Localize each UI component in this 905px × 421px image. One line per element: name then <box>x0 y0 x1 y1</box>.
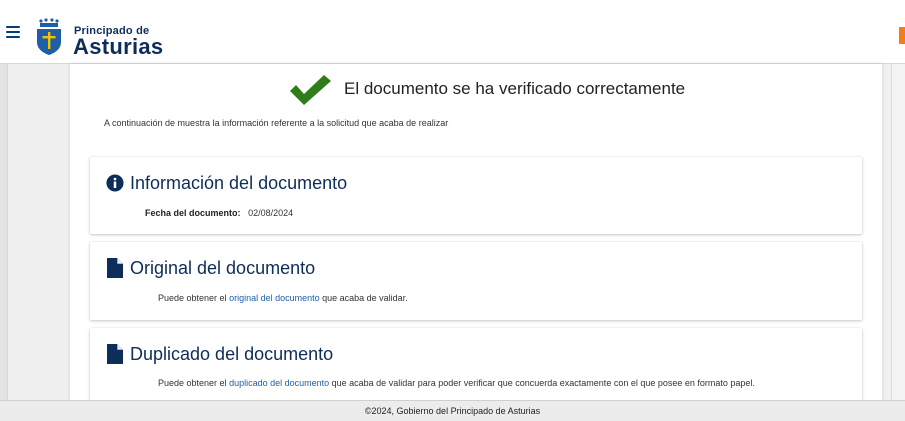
date-value: 02/08/2024 <box>248 208 294 218</box>
panel-title: Duplicado del documento <box>106 342 333 366</box>
footer: ©2024, Gobierno del Principado de Asturi… <box>0 400 905 421</box>
intro-text: A continuación de muestra la información… <box>104 118 449 128</box>
menu-icon[interactable] <box>6 26 20 40</box>
app-header: Principado de Asturias <box>0 0 905 64</box>
duplicate-document-panel: Duplicado del documento Puede obtener el… <box>90 328 862 400</box>
corner-tab[interactable] <box>899 27 905 44</box>
asturias-crest-logo[interactable] <box>34 18 64 56</box>
original-document-panel: Original del documento Puede obtener el … <box>90 242 862 320</box>
duplicate-document-link[interactable]: duplicado del documento <box>229 378 329 388</box>
scrollbar-track[interactable] <box>891 64 905 400</box>
original-text: Puede obtener el original del documento … <box>158 293 408 303</box>
verification-title: El documento se ha verificado correctame… <box>344 79 686 98</box>
main-content: El documento se ha verificado correctame… <box>70 64 882 400</box>
document-info-panel: Información del documento Fecha del docu… <box>90 157 862 234</box>
original-title: Original del documento <box>130 257 316 278</box>
info-icon <box>106 174 124 192</box>
left-gutter <box>0 64 8 400</box>
info-title: Información del documento <box>130 172 348 193</box>
panel-title: Original del documento <box>106 256 315 280</box>
panel-title: Información del documento <box>106 171 347 195</box>
footer-copyright: ©2024, Gobierno del Principado de Asturi… <box>364 406 541 416</box>
document-icon <box>107 258 123 278</box>
original-document-link[interactable]: original del documento <box>229 293 320 303</box>
document-icon <box>107 344 123 364</box>
document-date-row: Fecha del documento: 02/08/2024 <box>145 208 293 218</box>
duplicate-title: Duplicado del documento <box>130 343 334 364</box>
verification-banner: El documento se ha verificado correctame… <box>70 74 882 106</box>
date-label: Fecha del documento: <box>145 208 241 218</box>
checkmark-icon <box>290 75 331 105</box>
brand-title: Asturias <box>73 34 164 59</box>
duplicate-text: Puede obtener el duplicado del documento… <box>158 378 755 388</box>
